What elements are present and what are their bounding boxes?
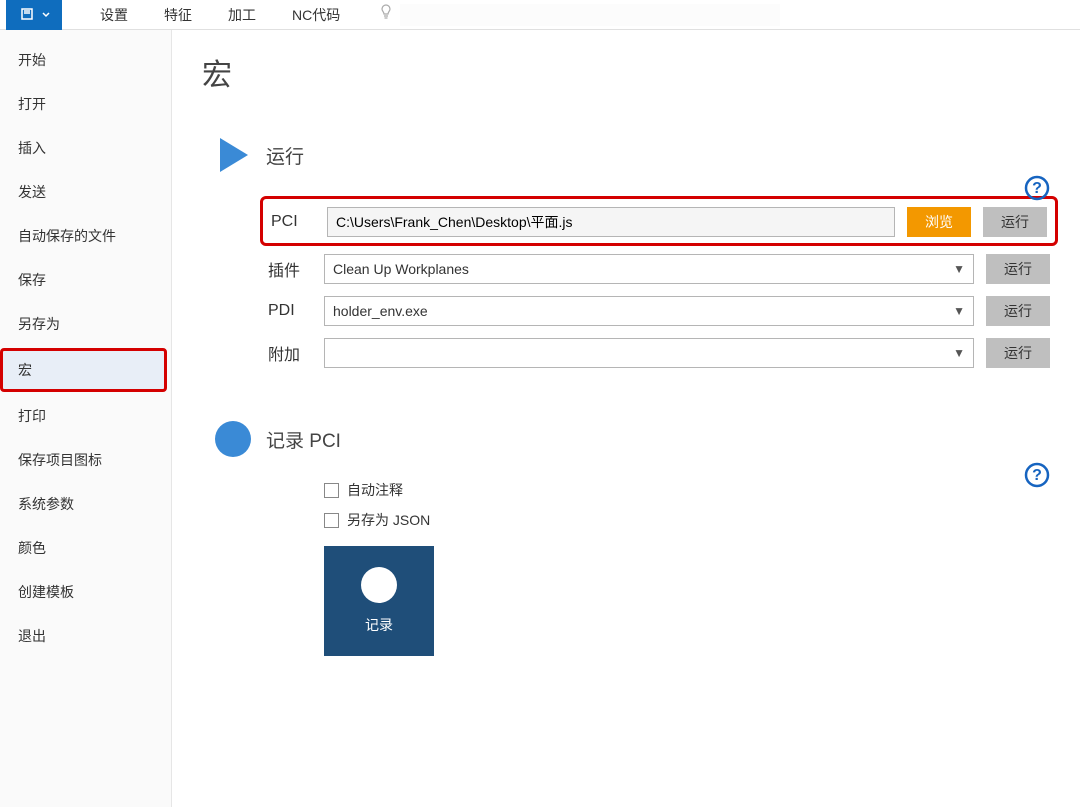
chevron-down-icon: ▼ <box>953 304 965 318</box>
help-icon-record[interactable]: ? <box>1024 462 1050 488</box>
auto-comment-label: 自动注释 <box>347 480 403 500</box>
svg-text:?: ? <box>1032 467 1042 484</box>
top-menubar: 设置 特征 加工 NC代码 <box>0 0 1080 30</box>
sidebar-item-autosave[interactable]: 自动保存的文件 <box>0 214 171 258</box>
sidebar-item-template[interactable]: 创建模板 <box>0 570 171 614</box>
record-section-title: 记录 PCI <box>266 426 341 453</box>
record-button-label: 记录 <box>365 615 393 635</box>
pci-label: PCI <box>271 213 321 231</box>
save-json-checkbox[interactable] <box>324 513 339 528</box>
sidebar: 开始 打开 插入 发送 自动保存的文件 保存 另存为 宏 打印 保存项目图标 系… <box>0 30 172 807</box>
sidebar-item-color[interactable]: 颜色 <box>0 526 171 570</box>
auto-comment-checkbox[interactable] <box>324 483 339 498</box>
main-layout: 开始 打开 插入 发送 自动保存的文件 保存 另存为 宏 打印 保存项目图标 系… <box>0 30 1080 807</box>
pci-row: PCI 浏览 运行 <box>271 207 1047 237</box>
app-menu-icon <box>18 7 38 23</box>
addon-row: 附加 ▼ 运行 <box>268 338 1050 368</box>
record-section: 记录 PCI ? 自动注释 另存为 JSON 记录 <box>212 418 1050 656</box>
pdi-row: PDI holder_env.exe ▼ 运行 <box>268 296 1050 326</box>
run-section-title: 运行 <box>266 142 304 169</box>
plugin-label: 插件 <box>268 257 318 281</box>
sidebar-item-saveas[interactable]: 另存为 <box>0 302 171 346</box>
sidebar-item-sysparam[interactable]: 系统参数 <box>0 482 171 526</box>
auto-comment-row[interactable]: 自动注释 <box>324 480 1050 500</box>
content: 宏 运行 ? PCI 浏览 运行 插件 <box>172 30 1080 807</box>
record-circle-icon <box>361 567 397 603</box>
pci-browse-button[interactable]: 浏览 <box>907 207 971 237</box>
menu-machining[interactable]: 加工 <box>210 5 274 25</box>
menu-settings[interactable]: 设置 <box>82 5 146 25</box>
sidebar-item-start[interactable]: 开始 <box>0 38 171 82</box>
run-section-head: 运行 ? <box>212 134 1050 176</box>
plugin-run-button[interactable]: 运行 <box>986 254 1050 284</box>
app-menu-button[interactable] <box>6 0 62 30</box>
pdi-select[interactable]: holder_env.exe ▼ <box>324 296 974 326</box>
sidebar-item-save[interactable]: 保存 <box>0 258 171 302</box>
sidebar-item-send[interactable]: 发送 <box>0 170 171 214</box>
search-input[interactable] <box>400 4 780 26</box>
search-wrap <box>378 3 780 26</box>
run-form: PCI 浏览 运行 插件 Clean Up Workplanes ▼ 运行 PD… <box>268 196 1050 368</box>
plugin-row: 插件 Clean Up Workplanes ▼ 运行 <box>268 254 1050 284</box>
save-json-label: 另存为 JSON <box>347 510 430 530</box>
sidebar-item-exit[interactable]: 退出 <box>0 614 171 658</box>
menu-nccode[interactable]: NC代码 <box>274 5 358 25</box>
help-icon-run[interactable]: ? <box>1024 175 1050 201</box>
sidebar-item-open[interactable]: 打开 <box>0 82 171 126</box>
menu-feature[interactable]: 特征 <box>146 5 210 25</box>
page-title: 宏 <box>202 50 1050 94</box>
sidebar-item-macro[interactable]: 宏 <box>0 348 167 392</box>
pci-input[interactable] <box>327 207 895 237</box>
chevron-down-icon: ▼ <box>953 262 965 276</box>
record-button[interactable]: 记录 <box>324 546 434 656</box>
sidebar-item-insert[interactable]: 插入 <box>0 126 171 170</box>
addon-label: 附加 <box>268 341 318 365</box>
plugin-select-text: Clean Up Workplanes <box>333 261 469 277</box>
svg-text:?: ? <box>1032 180 1042 197</box>
pdi-label: PDI <box>268 302 318 320</box>
plugin-select[interactable]: Clean Up Workplanes ▼ <box>324 254 974 284</box>
play-icon <box>212 134 254 176</box>
record-icon <box>212 418 254 460</box>
chevron-down-icon: ▼ <box>953 346 965 360</box>
pci-row-highlight: PCI 浏览 运行 <box>260 196 1058 246</box>
save-json-row[interactable]: 另存为 JSON <box>324 510 1050 530</box>
record-section-head: 记录 PCI ? <box>212 418 1050 460</box>
record-checks: 自动注释 另存为 JSON <box>324 480 1050 530</box>
bulb-icon <box>378 3 394 26</box>
pdi-select-text: holder_env.exe <box>333 303 428 319</box>
sidebar-item-print[interactable]: 打印 <box>0 394 171 438</box>
pci-run-button[interactable]: 运行 <box>983 207 1047 237</box>
addon-run-button[interactable]: 运行 <box>986 338 1050 368</box>
chevron-down-icon <box>42 12 50 18</box>
addon-select[interactable]: ▼ <box>324 338 974 368</box>
pdi-run-button[interactable]: 运行 <box>986 296 1050 326</box>
sidebar-item-saveicon[interactable]: 保存项目图标 <box>0 438 171 482</box>
